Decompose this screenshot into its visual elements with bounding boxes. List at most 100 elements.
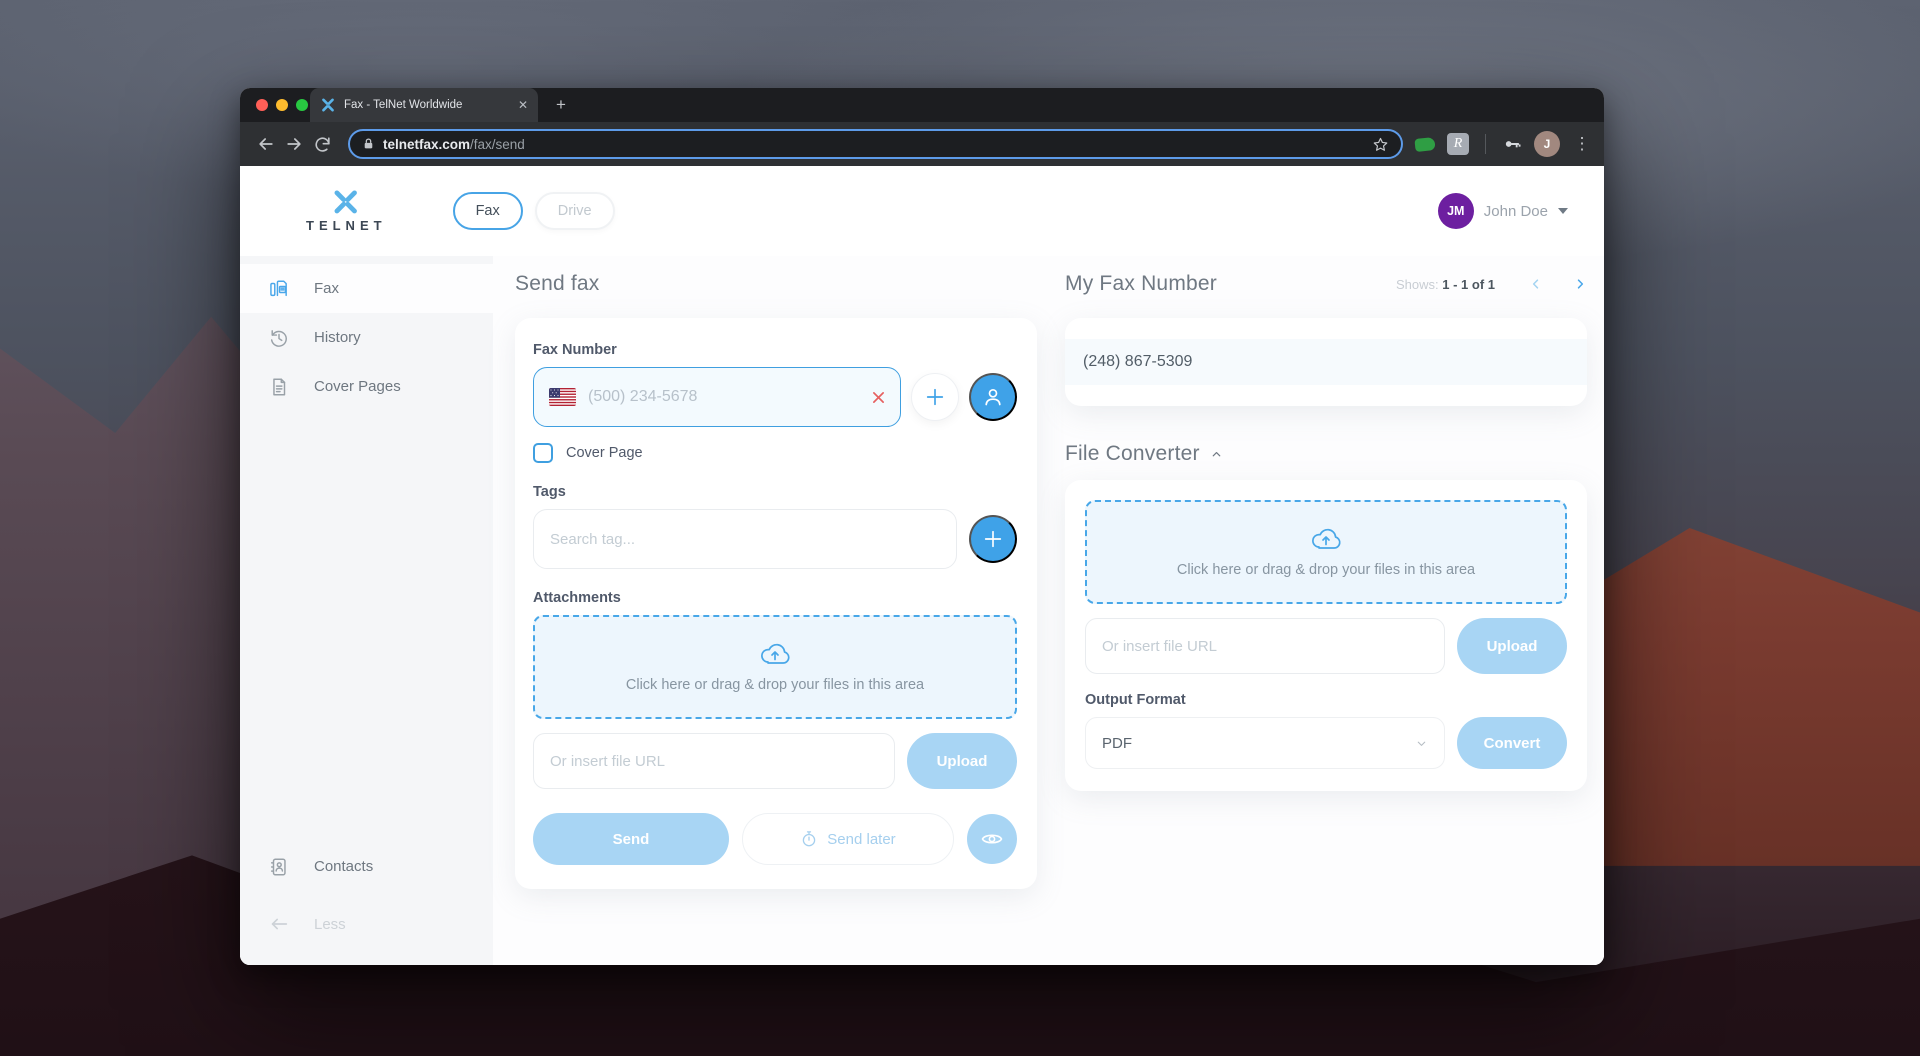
minimize-window-button[interactable] — [276, 99, 288, 111]
sidebar-item-label: Contacts — [314, 858, 374, 875]
send-fax-section: Send fax Fax Number (500) 234-5678 Cover… — [515, 272, 1037, 889]
file-converter-title: File Converter — [1065, 442, 1200, 465]
fax-number-label: Fax Number — [533, 342, 617, 358]
user-avatar: JM — [1437, 193, 1474, 229]
preview-button[interactable] — [967, 814, 1017, 864]
sidebar-item-contacts[interactable]: Contacts — [240, 842, 493, 891]
page-title: Send fax — [515, 272, 600, 295]
eye-icon — [980, 827, 1004, 851]
output-format-label: Output Format — [1085, 692, 1186, 708]
file-url-input[interactable] — [533, 733, 895, 789]
dropzone-text: Click here or drag & drop your files in … — [1176, 562, 1476, 578]
sidebar-collapse[interactable]: Less — [240, 913, 493, 935]
sidebar-item-history[interactable]: History — [240, 313, 493, 362]
chevron-up-icon — [1210, 448, 1223, 461]
converter-upload-button[interactable]: Upload — [1457, 618, 1567, 674]
zoom-window-button[interactable] — [296, 99, 308, 111]
file-converter-header[interactable]: File Converter — [1065, 442, 1587, 466]
fax-number-row[interactable]: (248) 867-5309 — [1065, 339, 1587, 385]
fax-machine-icon — [268, 278, 290, 300]
url-path: /fax/send — [470, 136, 525, 152]
cover-page-checkbox[interactable] — [533, 443, 553, 463]
tab-title: Fax - TelNet Worldwide — [344, 99, 463, 111]
address-bar[interactable]: telnetfax.com/fax/send — [348, 129, 1403, 159]
shows-value: 1 - 1 of 1 — [1442, 276, 1495, 292]
arrow-left-icon — [268, 913, 290, 935]
new-tab-button[interactable]: + — [556, 95, 566, 115]
pagination-next-button[interactable] — [1573, 277, 1587, 291]
output-format-value: PDF — [1102, 734, 1132, 752]
my-fax-number-title: My Fax Number — [1065, 272, 1217, 295]
sidebar-bottom: Contacts Less — [240, 842, 493, 965]
app-body: Fax History Cover Pages Contacts Less Se… — [240, 256, 1604, 965]
output-format-select[interactable]: PDF — [1085, 717, 1445, 769]
right-panel: My Fax Number Shows: 1 - 1 of 1 (248) 86… — [1065, 272, 1587, 791]
fax-number-value: (248) 867-5309 — [1083, 353, 1193, 370]
main-content: Send fax Fax Number (500) 234-5678 Cover… — [493, 256, 1604, 965]
sidebar-item-label: Cover Pages — [314, 378, 401, 395]
tab-close-icon[interactable]: ✕ — [518, 99, 528, 111]
telnet-logo[interactable]: TELNET — [306, 189, 387, 233]
send-fax-card: Fax Number (500) 234-5678 Cover Page Tag… — [515, 318, 1037, 889]
bookmark-star-icon[interactable] — [1372, 136, 1389, 153]
attachments-label: Attachments — [533, 590, 621, 606]
choose-contact-button[interactable] — [969, 373, 1017, 421]
add-number-button[interactable] — [911, 373, 959, 421]
user-menu[interactable]: JM John Doe — [1437, 193, 1568, 229]
browser-menu-icon[interactable]: ⋮ — [1572, 134, 1592, 154]
nav-pill-drive[interactable]: Drive — [534, 192, 615, 230]
file-converter-card: Click here or drag & drop your files in … — [1065, 480, 1587, 791]
brand-name: TELNET — [306, 217, 387, 233]
chevron-down-icon — [1415, 737, 1428, 750]
pagination-prev-button[interactable] — [1529, 277, 1543, 291]
reload-button[interactable] — [308, 130, 336, 158]
converter-dropzone[interactable]: Click here or drag & drop your files in … — [1085, 500, 1567, 604]
extension-green-icon[interactable] — [1414, 136, 1436, 152]
add-tag-button[interactable] — [969, 515, 1017, 563]
browser-toolbar: telnetfax.com/fax/send R J ⋮ — [240, 122, 1604, 166]
contacts-book-icon — [268, 856, 290, 878]
toolbar-right-group: R J ⋮ — [1414, 131, 1592, 157]
sidebar-item-label: History — [314, 329, 361, 346]
user-name: John Doe — [1483, 202, 1548, 220]
convert-button[interactable]: Convert — [1457, 717, 1567, 769]
password-key-icon[interactable] — [1502, 134, 1522, 154]
my-fax-number-card: (248) 867-5309 — [1065, 318, 1587, 406]
fax-number-input[interactable] — [588, 388, 860, 406]
chevron-down-icon — [1558, 208, 1568, 214]
url-text: telnetfax.com/fax/send — [383, 137, 1364, 152]
app-header: TELNET Fax Drive JM John Doe — [240, 166, 1604, 256]
sidebar-item-fax[interactable]: Fax — [240, 264, 493, 313]
telnet-favicon-icon — [320, 97, 336, 113]
browser-window: Fax - TelNet Worldwide ✕ + telnetfax.com… — [240, 88, 1604, 965]
send-button[interactable]: Send — [533, 813, 729, 865]
sidebar-item-cover-pages[interactable]: Cover Pages — [240, 362, 493, 411]
clear-icon[interactable] — [872, 391, 885, 404]
history-icon — [268, 327, 290, 349]
close-window-button[interactable] — [256, 99, 268, 111]
browser-tab[interactable]: Fax - TelNet Worldwide ✕ — [310, 88, 538, 122]
sidebar: Fax History Cover Pages Contacts Less — [240, 256, 493, 965]
back-button[interactable] — [252, 130, 280, 158]
macos-traffic-lights — [256, 99, 308, 111]
tag-search-input[interactable] — [533, 509, 957, 569]
app-switcher: Fax Drive — [452, 192, 615, 230]
browser-profile-avatar[interactable]: J — [1534, 131, 1560, 157]
shows-label: Shows: — [1395, 276, 1439, 292]
forward-button[interactable] — [280, 130, 308, 158]
extension-r-icon[interactable]: R — [1447, 133, 1469, 155]
attachments-dropzone[interactable]: Click here or drag & drop your files in … — [533, 615, 1017, 719]
converter-file-url-input[interactable] — [1085, 618, 1445, 674]
cloud-upload-icon — [759, 641, 791, 667]
cloud-upload-icon — [1310, 526, 1342, 552]
send-later-button[interactable]: Send later — [742, 813, 954, 865]
sidebar-collapse-label: Less — [314, 915, 346, 933]
telnet-app: TELNET Fax Drive JM John Doe Fax History… — [240, 166, 1604, 965]
nav-pill-fax[interactable]: Fax — [452, 192, 523, 230]
sidebar-item-label: Fax — [314, 280, 340, 297]
timer-icon — [800, 830, 818, 848]
upload-button[interactable]: Upload — [907, 733, 1017, 789]
url-domain: telnetfax.com — [383, 136, 471, 152]
fax-number-field[interactable] — [533, 367, 901, 427]
us-flag-icon[interactable] — [549, 388, 576, 406]
